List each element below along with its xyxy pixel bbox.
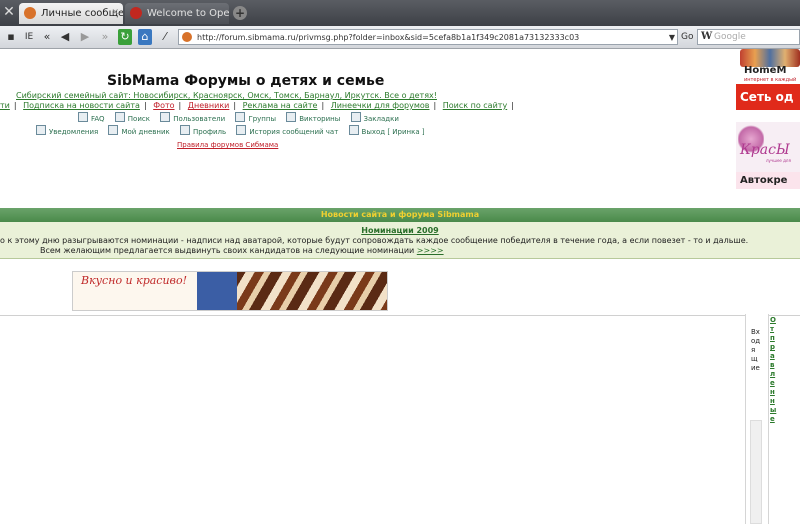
news-item-title[interactable]: Номинации 2009 <box>0 226 800 235</box>
home-icon[interactable]: ⌂ <box>138 29 152 45</box>
site-favicon-icon <box>24 7 36 19</box>
message-area <box>0 316 745 524</box>
menu-item-profile[interactable]: Профиль <box>180 125 226 136</box>
tagline-link[interactable]: Сибирский семейный сайт: Новосибирск, Кр… <box>16 91 437 100</box>
menu-item-logout[interactable]: Выход [ Иринка ] <box>348 125 425 136</box>
kras-ad[interactable]: КрасЫ лучшее для Автокре <box>736 122 800 189</box>
wikipedia-icon: W <box>701 31 713 42</box>
menu-item-groups[interactable]: Группы <box>235 112 276 123</box>
wand-icon[interactable]: ⁄ <box>158 29 172 45</box>
faq-icon <box>78 112 88 122</box>
news-more-link[interactable]: >>>> <box>417 246 444 255</box>
menu-item-quiz[interactable]: Викторины <box>286 112 340 123</box>
save-icon[interactable]: ▪ <box>4 29 18 45</box>
opera-icon <box>130 7 142 19</box>
logout-icon <box>348 125 359 135</box>
scrollbar[interactable] <box>750 420 762 524</box>
reload-icon[interactable]: ↻ <box>118 29 132 45</box>
groups-icon <box>235 112 246 122</box>
go-button[interactable]: Go <box>681 29 693 45</box>
sent-side-panel: Отправленные <box>768 314 800 524</box>
search-icon <box>114 112 125 122</box>
news-box: Номинации 2009 о к этому дню разыгрывают… <box>0 222 800 259</box>
bookmarks-icon <box>350 112 361 122</box>
ad-red-banner: Сеть од <box>736 84 800 110</box>
inbox-vertical-label[interactable]: Входящие <box>751 328 761 373</box>
nav-link-advertising[interactable]: Реклама на сайте <box>243 101 318 110</box>
tab-bar: ✕ Личные сообщения ... ✕ Welcome to Oper… <box>0 0 800 26</box>
banner-text: Вкусно и красиво! <box>81 274 187 287</box>
profile-icon <box>180 125 190 135</box>
address-text: http://forum.sibmama.ru/privmsg.php?fold… <box>197 33 580 42</box>
news-text-line-1: о к этому дню разыгрываются номинации - … <box>0 236 749 245</box>
ad-script-title: КрасЫ <box>740 142 790 158</box>
ad-slogan: интернет в каждый <box>744 77 797 83</box>
ad-bottom-text: Автокре <box>736 172 800 189</box>
menu-item-users[interactable]: Пользователи <box>160 112 225 123</box>
inbox-side-panel: Входящие <box>745 314 769 524</box>
site-nav: ти | Подписка на новости сайта | Фото | Дне… <box>0 101 514 110</box>
close-icon[interactable]: ✕ <box>0 0 18 26</box>
menu-item-faq[interactable]: FAQ <box>78 112 105 123</box>
menu-item-chat-history[interactable]: История сообщений чат <box>236 125 338 136</box>
nav-link-photo[interactable]: Фото <box>153 101 174 110</box>
site-favicon-icon <box>182 32 192 42</box>
plate-image <box>197 272 237 310</box>
tab-welcome-opera[interactable]: Welcome to Opera <box>125 3 229 24</box>
search-placeholder: Google <box>714 32 746 42</box>
notifications-icon <box>36 125 46 135</box>
forum-menu-row-1: FAQ Поиск Пользователи Группы Викторины … <box>78 112 407 123</box>
nav-link-site-search[interactable]: Поиск по сайту <box>443 101 507 110</box>
forward-icon[interactable]: ▶ <box>78 29 92 45</box>
ie-icon[interactable]: IE <box>22 29 36 45</box>
tab-label: Welcome to Opera <box>147 8 229 19</box>
quiz-icon <box>286 112 297 122</box>
ad-subtitle: лучшее для <box>766 158 791 163</box>
nav-link-subscribe[interactable]: Подписка на новости сайта <box>23 101 140 110</box>
rewind-icon[interactable]: « <box>40 29 54 45</box>
new-tab-icon[interactable]: + <box>233 6 247 20</box>
menu-item-bookmarks[interactable]: Закладки <box>350 112 399 123</box>
tab-private-messages[interactable]: Личные сообщения ... ✕ <box>19 3 123 24</box>
homeme-ad[interactable]: HomeM интернет в каждый Сеть од <box>736 49 800 110</box>
forum-menu-row-2: Уведомления Мой дневник Профиль История … <box>36 125 433 136</box>
nav-link-tickers[interactable]: Линеечки для форумов <box>331 101 430 110</box>
menu-item-notifications[interactable]: Уведомления <box>36 125 98 136</box>
users-icon <box>160 112 171 122</box>
diary-icon <box>108 125 119 135</box>
browser-toolbar: ▪ IE « ◀ ▶ » ↻ ⌂ ⁄ http://forum.sibmama.… <box>0 26 800 49</box>
chevron-down-icon[interactable]: ▼ <box>669 30 675 44</box>
menu-item-my-diary[interactable]: Мой дневник <box>108 125 170 136</box>
menu-item-search[interactable]: Поиск <box>114 112 150 123</box>
nav-link-news[interactable]: ти <box>0 101 10 110</box>
news-header-bar: Новости сайта и форума Sibmama <box>0 208 800 222</box>
tab-close-icon[interactable]: ✕ <box>111 3 119 24</box>
chat-history-icon <box>236 125 247 135</box>
page-title: SibMama Форумы о детях и семье <box>107 73 385 89</box>
nav-link-diaries[interactable]: Дневники <box>188 101 230 110</box>
fast-forward-icon[interactable]: » <box>98 29 112 45</box>
back-icon[interactable]: ◀ <box>58 29 72 45</box>
page-content: SibMama Форумы о детях и семье Сибирский… <box>0 49 800 524</box>
forum-rules-link[interactable]: Правила форумов Сибмама <box>177 141 278 149</box>
ad-brand: HomeM <box>744 65 787 76</box>
address-bar[interactable]: http://forum.sibmama.ru/privmsg.php?fold… <box>178 29 678 45</box>
sent-vertical-link[interactable]: Отправленные <box>770 316 778 424</box>
news-text-line-2: Всем желающим предлагается выдвинуть сво… <box>40 246 444 255</box>
recipe-banner[interactable]: Вкусно и красиво! <box>72 271 388 311</box>
search-input[interactable]: W Google <box>697 29 800 45</box>
